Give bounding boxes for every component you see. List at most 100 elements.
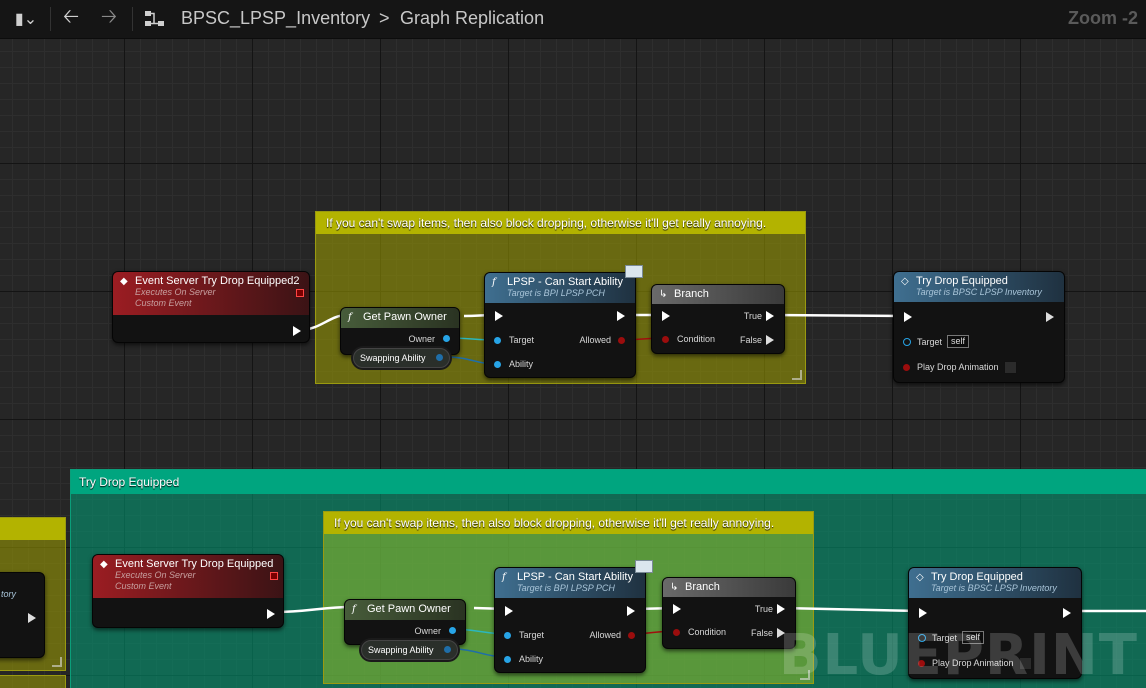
exec-pin-false[interactable] [766, 335, 774, 345]
node-subtitle: Target is BPI LPSP PCH [507, 288, 605, 298]
graph-toolbar: ▮⌄ 🡠 🡢 BPSC_LPSP_Inventory > Graph Repli… [0, 0, 1146, 39]
pin-label-true: True [754, 604, 773, 614]
pin-label-play-drop: Play Drop Animation [917, 362, 999, 372]
pin-label-condition: Condition [688, 627, 727, 637]
var-label: Swapping Ability [368, 645, 434, 655]
pin-label-false: False [739, 335, 762, 345]
node-subtitle-2: Custom Event [115, 581, 172, 591]
node-subtitle-2: Custom Event [135, 298, 192, 308]
pin-label-target: Target [519, 630, 545, 640]
pin-label-owner: Owner [408, 334, 435, 344]
exec-pin-out[interactable] [267, 609, 275, 619]
node-event-server-try-drop-2[interactable]: ◆ Event Server Try Drop Equipped2 Execut… [112, 271, 310, 343]
exec-pin-in[interactable] [673, 604, 681, 614]
node-subtitle: Target is BPSC LPSP Inventory [931, 583, 1057, 593]
play-drop-checkbox[interactable] [1004, 361, 1017, 374]
back-button[interactable]: 🡠 [58, 6, 84, 32]
pin-label-false: False [750, 628, 773, 638]
arrow-left-icon: 🡠 [62, 6, 80, 28]
exec-pin-in[interactable] [919, 608, 927, 618]
exec-pin-in[interactable] [662, 311, 670, 321]
pin-label-true: True [743, 311, 762, 321]
pin-label-owner: Owner [414, 626, 441, 636]
node-subtitle: Executes On Server [135, 287, 216, 297]
event-icon: ◇ [916, 572, 924, 583]
graph-icon [142, 6, 168, 32]
node-title: LPSP - Can Start Ability [507, 276, 623, 288]
pin-label-ability: Ability [509, 359, 534, 369]
pin-target-in[interactable] [504, 632, 511, 639]
pin-label-allowed: Allowed [579, 335, 611, 345]
bookmark-icon: ▮⌄ [14, 11, 38, 28]
pin-condition-in[interactable] [662, 336, 669, 343]
breadcrumb-graph[interactable]: Graph Replication [400, 8, 544, 29]
blueprint-watermark: BLUEPRINT [778, 623, 1138, 688]
event-icon: ◆ [100, 559, 108, 570]
delegate-pin[interactable] [296, 289, 304, 297]
var-swapping-ability-2[interactable]: Swapping Ability [361, 640, 459, 660]
pin-condition-in[interactable] [673, 629, 680, 636]
pin-allowed-out[interactable] [628, 632, 635, 639]
exec-pin-in[interactable] [495, 311, 503, 321]
pin-target-in[interactable] [903, 338, 911, 346]
node-subtitle: Target is BPI LPSP PCH [517, 583, 615, 593]
node-title: Try Drop Equipped [916, 275, 1008, 287]
exec-pin-out[interactable] [1046, 312, 1054, 322]
pin-target-in[interactable] [494, 337, 501, 344]
breadcrumb-blueprint[interactable]: BPSC_LPSP_Inventory [181, 8, 370, 29]
node-title: LPSP - Can Start Ability [517, 571, 633, 583]
var-swapping-ability[interactable]: Swapping Ability [353, 348, 451, 368]
graph-canvas[interactable]: If you can't swap items, then also block… [0, 39, 1146, 688]
exec-pin-out[interactable] [627, 606, 635, 616]
node-title: Get Pawn Owner [363, 311, 447, 323]
function-icon: f [492, 277, 496, 288]
message-icon [635, 560, 653, 573]
node-title: Try Drop Equipped [931, 571, 1023, 583]
pin-label-target: Target [509, 335, 535, 345]
node-title: Get Pawn Owner [367, 603, 451, 615]
message-icon [625, 265, 643, 278]
node-can-start-ability-2[interactable]: f LPSP - Can Start Ability Target is BPI… [494, 560, 653, 673]
forward-button[interactable]: 🡢 [96, 6, 122, 32]
function-icon: f [348, 312, 352, 323]
pin-ability-in[interactable] [504, 656, 511, 663]
node-title: Branch [674, 288, 709, 300]
breadcrumb-separator: > [379, 8, 390, 28]
exec-pin-in[interactable] [505, 606, 513, 616]
node-try-drop-equipped[interactable]: ◇ Try Drop Equipped Target is BPSC LPSP … [893, 271, 1065, 383]
exec-pin-out[interactable] [293, 326, 301, 336]
event-icon: ◇ [901, 276, 909, 287]
pin-allowed-out[interactable] [618, 337, 625, 344]
node-event-server-try-drop[interactable]: ◆ Event Server Try Drop Equipped Execute… [92, 554, 284, 628]
pin-label-condition: Condition [677, 334, 716, 344]
pin-play-drop-in[interactable] [903, 364, 910, 371]
node-title: Event Server Try Drop Equipped [115, 558, 274, 570]
delegate-pin[interactable] [270, 572, 278, 580]
pin-owner-out[interactable] [443, 335, 450, 342]
branch-icon: ↳ [659, 289, 668, 300]
target-self-field[interactable]: self [947, 335, 970, 348]
node-branch[interactable]: ↳ Branch True Condition False [651, 284, 785, 354]
node-title: Event Server Try Drop Equipped2 [135, 275, 300, 287]
pin-label-allowed: Allowed [589, 630, 621, 640]
exec-pin-out[interactable] [617, 311, 625, 321]
exec-pin-true[interactable] [766, 311, 774, 321]
bookmark-button[interactable]: ▮⌄ [8, 6, 44, 32]
node-can-start-ability[interactable]: f LPSP - Can Start Ability Target is BPI… [484, 265, 643, 378]
node-subtitle: Executes On Server [115, 570, 196, 580]
node-subtitle: Target is BPSC LPSP Inventory [916, 287, 1042, 297]
event-icon: ◆ [120, 276, 128, 287]
node-get-pawn-owner-2[interactable]: f Get Pawn Owner Owner [344, 599, 466, 645]
exec-pin-in[interactable] [904, 312, 912, 322]
function-icon: f [502, 572, 506, 583]
pin-label-ability: Ability [519, 654, 544, 664]
exec-pin-true[interactable] [777, 604, 785, 614]
pin-label-target: Target [917, 337, 943, 347]
pin-owner-out[interactable] [449, 627, 456, 634]
exec-pin-out[interactable] [1063, 608, 1071, 618]
function-icon: f [352, 604, 356, 615]
var-label: Swapping Ability [360, 353, 426, 363]
node-title: Branch [685, 581, 720, 593]
node-branch-2[interactable]: ↳ Branch True Condition False [662, 577, 796, 649]
pin-ability-in[interactable] [494, 361, 501, 368]
